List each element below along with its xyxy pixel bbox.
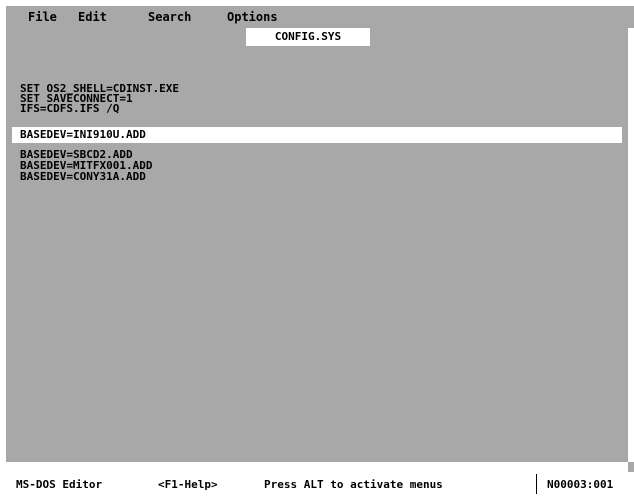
cursor-position: N00003:001 — [547, 478, 614, 491]
editor-line-4[interactable]: BASEDEV=INI910U.ADD — [20, 129, 146, 140]
menu-search[interactable]: Search — [148, 10, 191, 24]
menu-options[interactable]: Options — [227, 10, 278, 24]
menu-file[interactable]: File — [28, 10, 57, 24]
menu-edit[interactable]: Edit — [78, 10, 107, 24]
editor-line-7[interactable]: BASEDEV=CONY31A.ADD — [20, 171, 146, 182]
vertical-scrollbar[interactable] — [628, 28, 634, 462]
status-app-name: MS-DOS Editor — [16, 478, 103, 491]
ms-dos-editor-screen: File Edit Search Options CONFIG.SYS SET … — [0, 0, 634, 496]
menu-bar: File Edit Search Options — [6, 6, 634, 28]
status-menu-hint: Press ALT to activate menus — [264, 478, 443, 491]
editor-window[interactable]: CONFIG.SYS SET OS2_SHELL=CDINST.EXE SET … — [6, 28, 628, 462]
file-title-tab: CONFIG.SYS — [246, 28, 370, 46]
file-title: CONFIG.SYS — [274, 30, 342, 43]
status-help-hint: <F1-Help> — [158, 478, 218, 491]
scrollbar-thumb[interactable] — [628, 462, 634, 472]
status-bar: MS-DOS Editor <F1-Help> Press ALT to act… — [6, 472, 634, 496]
editor-line-3[interactable]: IFS=CDFS.IFS /Q — [20, 103, 119, 114]
status-divider — [536, 474, 537, 494]
